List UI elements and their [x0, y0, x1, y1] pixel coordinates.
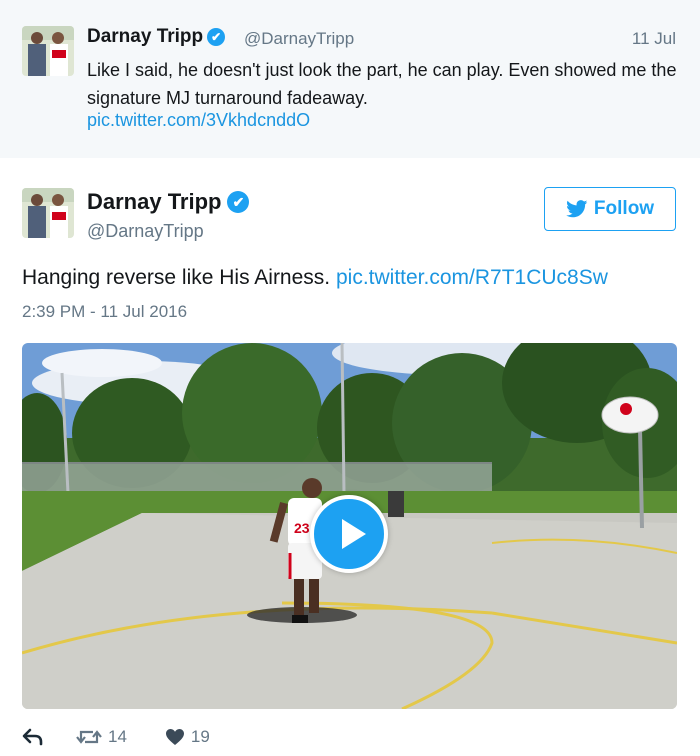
like-count: 19 [190, 727, 210, 746]
verified-icon: ✔ [227, 191, 250, 213]
retweet-count: 14 [108, 727, 127, 746]
avatar-image [22, 26, 74, 76]
follow-button[interactable]: Follow [544, 187, 676, 231]
avatar[interactable] [22, 188, 74, 238]
username[interactable]: @DarnayTripp [244, 29, 354, 49]
tweet-text: Like I said, he doesn't just look the pa… [87, 60, 677, 108]
like-button[interactable]: 19 [165, 727, 210, 747]
media-link[interactable]: pic.twitter.com/R7T1CUc8Sw [336, 266, 608, 289]
display-name[interactable]: Darnay Tripp ✔ [87, 26, 226, 48]
retweet-icon [76, 730, 102, 744]
tweet-timestamp[interactable]: 2:39 PM - 11 Jul 2016 [22, 302, 187, 322]
username[interactable]: @DarnayTripp [87, 221, 204, 242]
reply-icon [22, 728, 43, 746]
verified-icon: ✔ [207, 28, 226, 46]
tweet-actions: 14 19 [22, 724, 210, 750]
play-icon[interactable] [310, 495, 388, 573]
retweet-button[interactable]: 14 [76, 727, 127, 747]
tweet-date[interactable]: 11 Jul [632, 29, 676, 49]
video-player[interactable]: 23 [22, 343, 677, 709]
twitter-bird-icon [566, 200, 588, 218]
display-name[interactable]: Darnay Tripp ✔ [87, 189, 250, 215]
reply-button[interactable] [22, 728, 48, 746]
heart-icon [165, 729, 184, 745]
context-tweet[interactable]: Darnay Tripp ✔ @DarnayTripp 11 Jul Like I… [0, 0, 700, 158]
avatar[interactable] [22, 26, 74, 76]
media-link[interactable]: pic.twitter.com/3VkhdcnddO [87, 110, 310, 131]
tweet-text: Hanging reverse like His Airness. pic.tw… [22, 266, 608, 289]
jersey-number: 23 [294, 520, 310, 536]
avatar-image [22, 188, 74, 238]
